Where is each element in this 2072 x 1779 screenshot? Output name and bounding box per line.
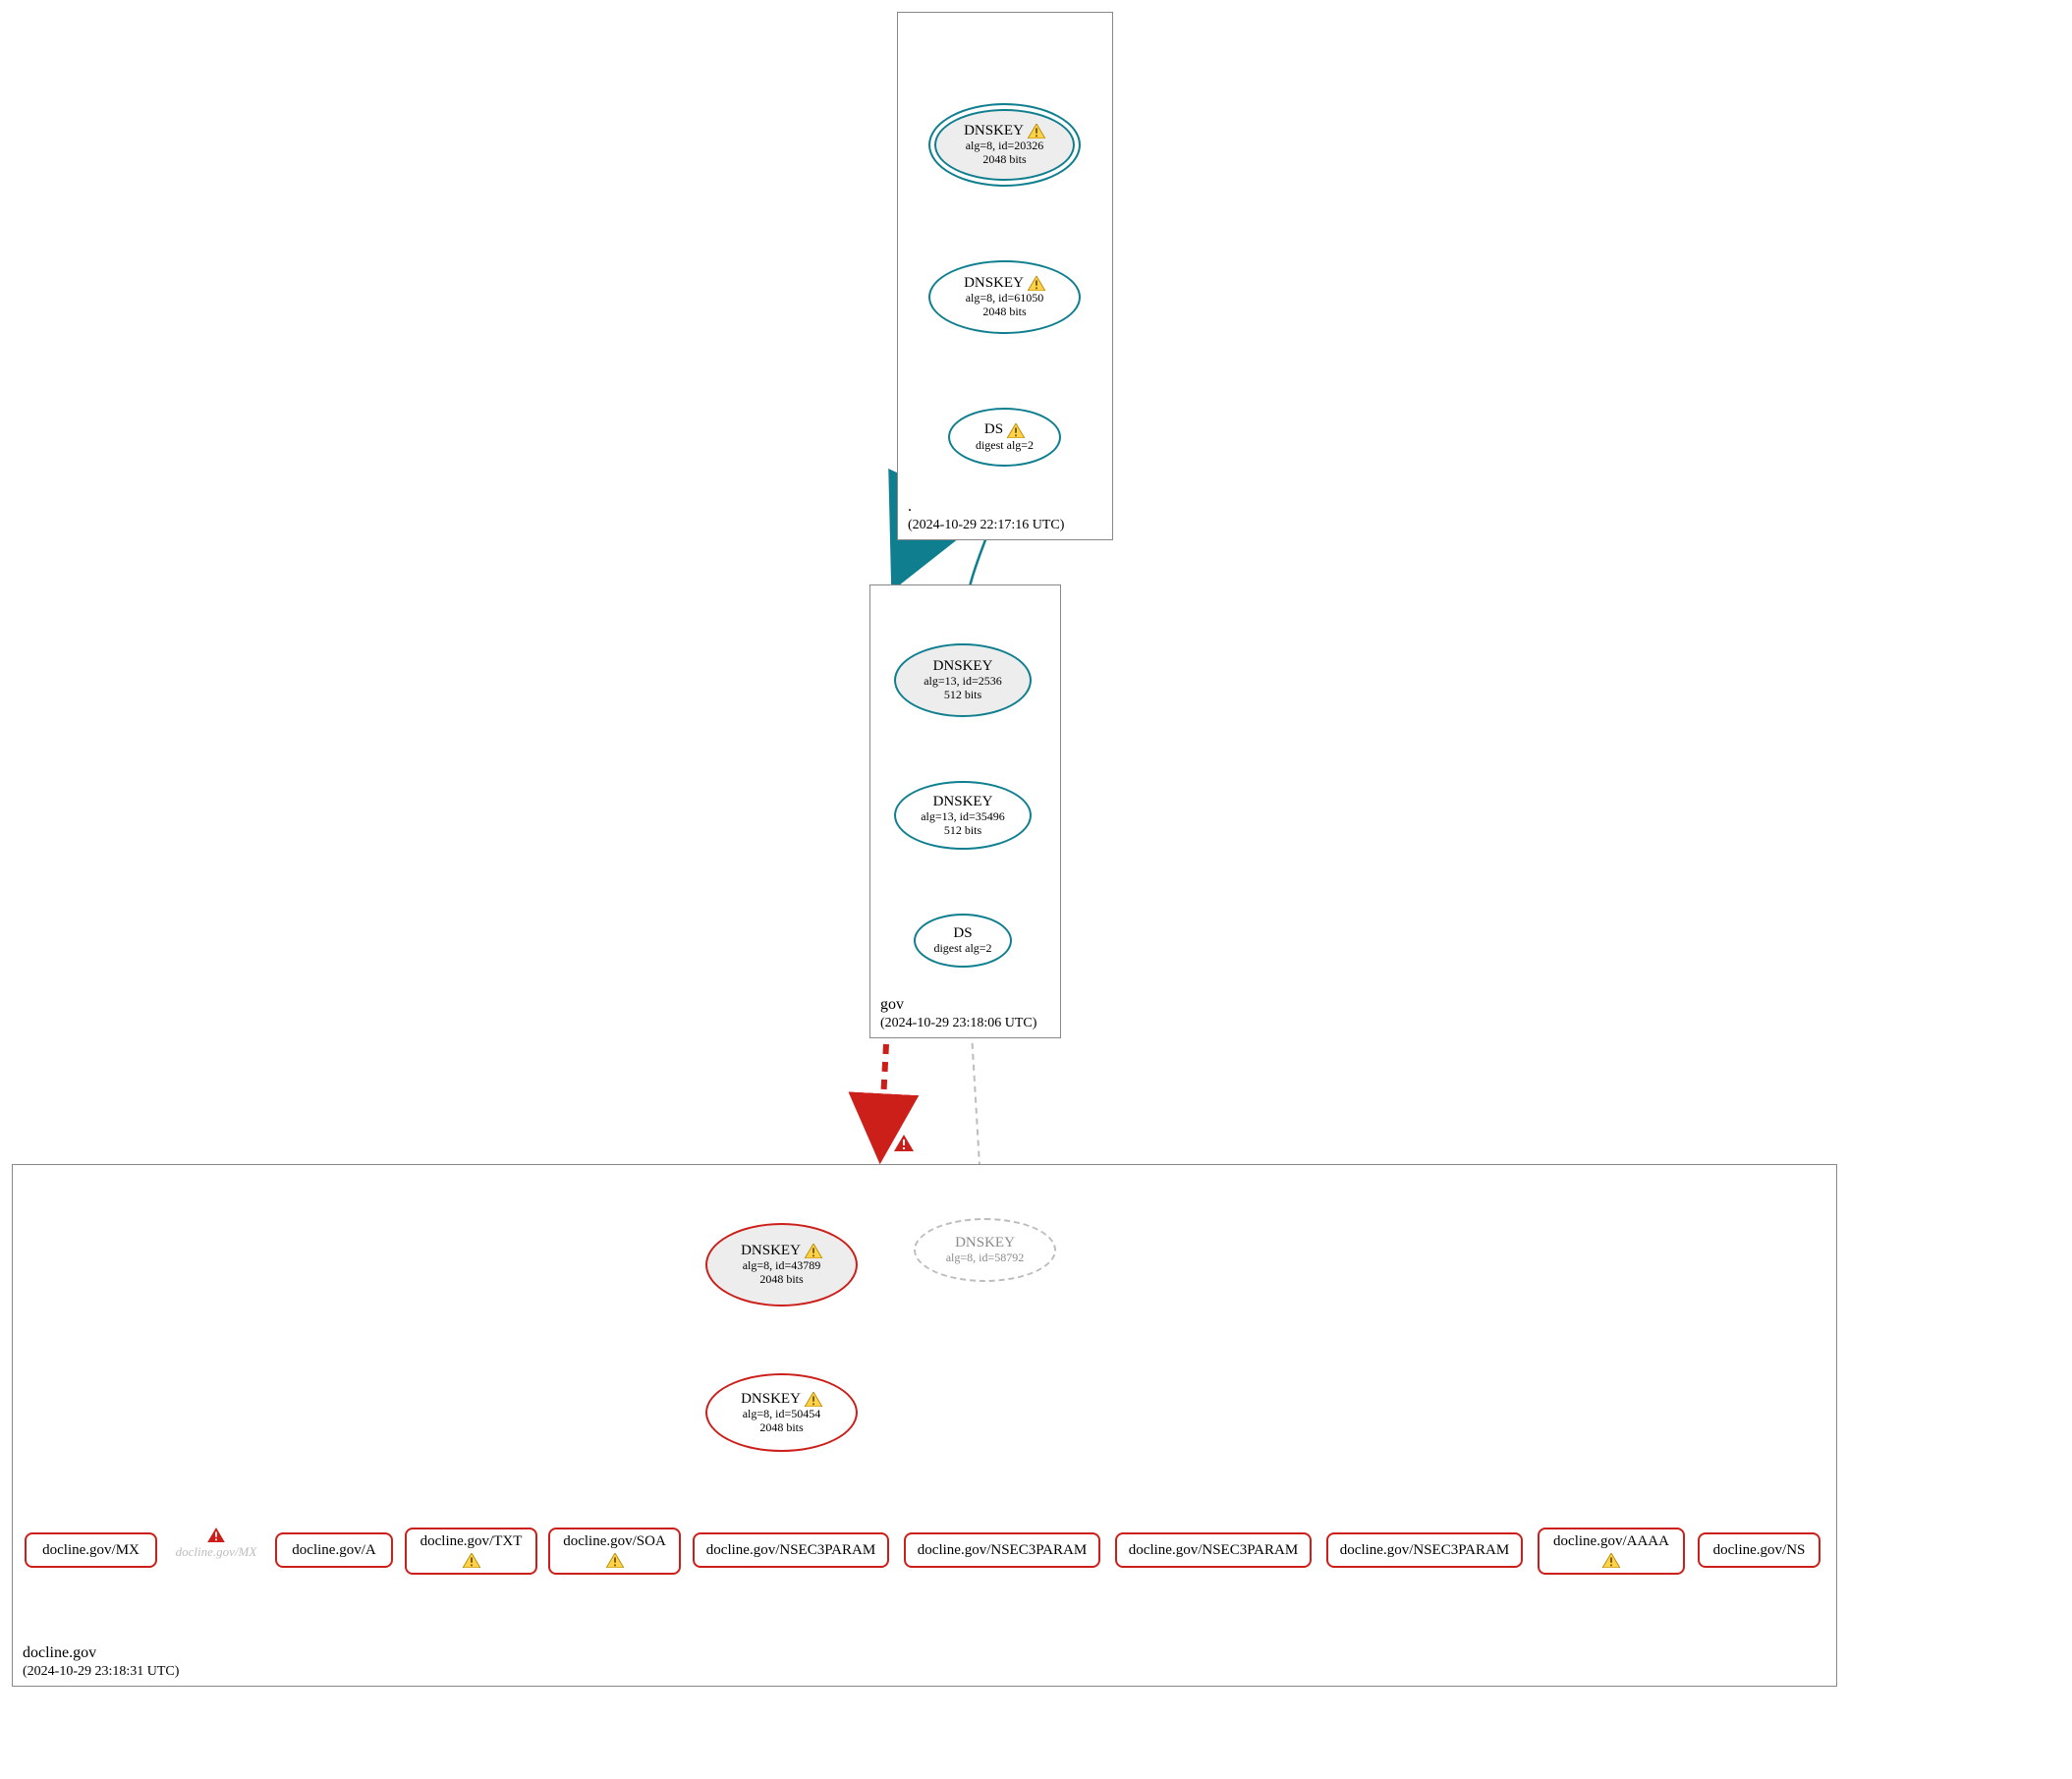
node-gov-zsk-title: DNSKEY xyxy=(933,794,993,810)
node-root-ksk-alg: alg=8, id=20326 xyxy=(966,139,1044,153)
diagram-canvas: . (2024-10-29 22:17:16 UTC) gov (2024-10… xyxy=(0,0,2072,1779)
node-root-ds-title: DS xyxy=(984,421,1003,438)
rr-mx: docline.gov/MX xyxy=(25,1532,157,1568)
node-root-zsk-bits: 2048 bits xyxy=(982,306,1026,319)
node-docline-zsk: DNSKEY alg=8, id=50454 2048 bits xyxy=(705,1373,858,1452)
node-gov-ds: DS digest alg=2 xyxy=(914,914,1012,968)
warning-icon xyxy=(805,1243,822,1259)
node-root-ds: DS digest alg=2 xyxy=(948,408,1061,467)
node-gov-ksk-alg: alg=13, id=2536 xyxy=(924,675,1002,689)
zone-docline-timestamp: (2024-10-29 23:18:31 UTC) xyxy=(23,1664,179,1680)
node-gov-zsk-alg: alg=13, id=35496 xyxy=(921,810,1005,824)
node-docline-ksk: DNSKEY alg=8, id=43789 2048 bits xyxy=(705,1223,858,1306)
node-gov-ds-alg: digest alg=2 xyxy=(933,942,991,956)
node-gov-ksk-bits: 512 bits xyxy=(944,689,981,702)
rr-a: docline.gov/A xyxy=(275,1532,393,1568)
node-root-zsk-alg: alg=8, id=61050 xyxy=(966,292,1044,306)
rr-txt-label: docline.gov/TXT xyxy=(420,1533,523,1550)
rr-ns-label: docline.gov/NS xyxy=(1713,1542,1806,1559)
node-gov-zsk-bits: 512 bits xyxy=(944,824,981,838)
node-root-ksk-bits: 2048 bits xyxy=(982,153,1026,167)
rr-aaaa-label: docline.gov/AAAA xyxy=(1553,1533,1669,1550)
zone-gov-timestamp: (2024-10-29 23:18:06 UTC) xyxy=(880,1016,1036,1031)
warning-icon xyxy=(463,1552,480,1569)
rr-mx-ghost-label: docline.gov/MX xyxy=(176,1544,257,1559)
rr-a-label: docline.gov/A xyxy=(292,1542,375,1559)
node-root-zsk-title: DNSKEY xyxy=(964,275,1024,292)
warning-icon xyxy=(1028,275,1045,292)
node-gov-ds-title: DS xyxy=(953,925,972,942)
node-root-zsk: DNSKEY alg=8, id=61050 2048 bits xyxy=(928,260,1081,334)
warning-icon xyxy=(805,1391,822,1408)
node-gov-ksk-title: DNSKEY xyxy=(933,658,993,675)
rr-aaaa: docline.gov/AAAA xyxy=(1538,1528,1685,1575)
error-icon xyxy=(207,1528,225,1542)
rr-txt: docline.gov/TXT xyxy=(405,1528,537,1575)
node-docline-zsk-bits: 2048 bits xyxy=(759,1421,803,1435)
node-root-ksk-title: DNSKEY xyxy=(964,123,1024,139)
rr-nsec3param-3-label: docline.gov/NSEC3PARAM xyxy=(1129,1542,1298,1559)
rr-nsec3param-2: docline.gov/NSEC3PARAM xyxy=(904,1532,1100,1568)
warning-icon xyxy=(606,1552,624,1569)
node-docline-ksk-title: DNSKEY xyxy=(741,1243,801,1259)
rr-mx-label: docline.gov/MX xyxy=(42,1542,140,1559)
node-docline-ksk-bits: 2048 bits xyxy=(759,1273,803,1287)
zone-root-label: . xyxy=(908,498,912,516)
node-docline-inactive-key: DNSKEY alg=8, id=58792 xyxy=(914,1218,1056,1282)
zone-docline-label: docline.gov xyxy=(23,1644,96,1662)
node-docline-ksk-alg: alg=8, id=43789 xyxy=(743,1259,821,1273)
zone-gov-label: gov xyxy=(880,996,904,1014)
warning-icon xyxy=(1007,421,1025,438)
rr-nsec3param-4-label: docline.gov/NSEC3PARAM xyxy=(1340,1542,1509,1559)
rr-nsec3param-1-label: docline.gov/NSEC3PARAM xyxy=(706,1542,875,1559)
node-gov-zsk: DNSKEY alg=13, id=35496 512 bits xyxy=(894,781,1032,850)
node-docline-zsk-alg: alg=8, id=50454 xyxy=(743,1408,821,1421)
rr-mx-ghost: docline.gov/MX xyxy=(167,1528,265,1560)
node-root-ksk: DNSKEY alg=8, id=20326 2048 bits xyxy=(928,103,1081,187)
node-root-ds-alg: digest alg=2 xyxy=(976,439,1034,453)
warning-icon xyxy=(1028,123,1045,139)
rr-nsec3param-2-label: docline.gov/NSEC3PARAM xyxy=(918,1542,1087,1559)
node-docline-inactive-title: DNSKEY xyxy=(955,1235,1015,1251)
rr-nsec3param-1: docline.gov/NSEC3PARAM xyxy=(693,1532,889,1568)
warning-icon xyxy=(1602,1552,1620,1569)
node-docline-inactive-alg: alg=8, id=58792 xyxy=(946,1251,1025,1265)
rr-soa: docline.gov/SOA xyxy=(548,1528,681,1575)
rr-soa-label: docline.gov/SOA xyxy=(563,1533,666,1550)
zone-root-timestamp: (2024-10-29 22:17:16 UTC) xyxy=(908,518,1064,533)
rr-nsec3param-3: docline.gov/NSEC3PARAM xyxy=(1115,1532,1312,1568)
rr-nsec3param-4: docline.gov/NSEC3PARAM xyxy=(1326,1532,1523,1568)
rr-ns: docline.gov/NS xyxy=(1698,1532,1820,1568)
node-gov-ksk: DNSKEY alg=13, id=2536 512 bits xyxy=(894,643,1032,717)
node-docline-zsk-title: DNSKEY xyxy=(741,1391,801,1408)
